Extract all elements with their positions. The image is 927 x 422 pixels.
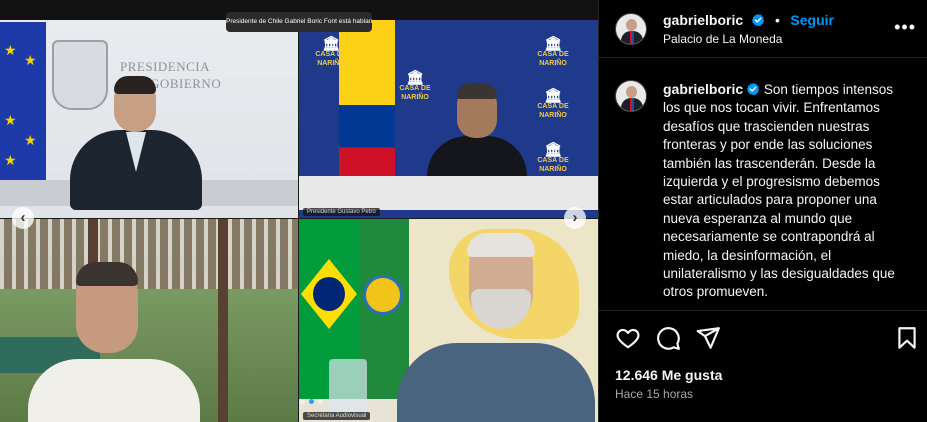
- caption-text: gabrielboric Son tiempos intensos los qu…: [663, 80, 913, 302]
- carousel-dot-active: [309, 399, 314, 404]
- post-header: gabrielboric • Seguir Palacio de La Mone…: [599, 0, 927, 58]
- carousel-dot: [300, 399, 305, 404]
- casa-de-narino-logo: 🏛 CASA DE NARIÑO: [399, 69, 431, 101]
- verified-badge-icon: [746, 82, 760, 96]
- participant-hair: [457, 83, 497, 99]
- paper-plane-icon: [696, 327, 720, 349]
- post-media[interactable]: ★ ★ ★ ★ ★ PRESIDENCIA DEL GOBIERNO 🏛 CASA…: [0, 0, 598, 422]
- flag-globe: [313, 277, 345, 311]
- post-actions: 12.646 Me gusta Hace 15 horas: [599, 310, 927, 422]
- bookmark-icon: [898, 327, 916, 349]
- likes-count[interactable]: 12.646 Me gusta: [615, 367, 722, 383]
- participant-nameplate: Secretaria Audiovisual: [303, 412, 371, 420]
- avatar[interactable]: [615, 13, 647, 45]
- caption-body: Son tiempos intensos los que nos tocan v…: [663, 82, 895, 300]
- caption-username-link[interactable]: gabrielboric: [663, 81, 743, 97]
- share-button[interactable]: [695, 325, 721, 351]
- participant-nameplate: Presidente Gustavo Petro: [303, 208, 380, 216]
- carousel-next-button[interactable]: ›: [564, 207, 586, 229]
- video-tile-outdoor: [0, 219, 298, 422]
- water-glass: [329, 359, 367, 415]
- participant-hair: [76, 262, 138, 286]
- post-details-panel: gabrielboric • Seguir Palacio de La Mone…: [598, 0, 927, 422]
- video-tile-colombia: 🏛 CASA DE NARIÑO 🏛 CASA DE NARIÑO 🏛 CASA DE…: [299, 20, 598, 218]
- separator-dot: •: [775, 12, 780, 28]
- like-button[interactable]: [615, 325, 641, 351]
- avatar[interactable]: [615, 80, 647, 112]
- username-link[interactable]: gabrielboric: [663, 12, 743, 28]
- header-user-row: gabrielboric • Seguir: [663, 12, 834, 30]
- star-icon: ★: [24, 132, 37, 148]
- video-tile-brazil: Secretaria Audiovisual: [299, 219, 598, 422]
- star-icon: ★: [24, 52, 37, 68]
- desk: [299, 176, 598, 210]
- heart-icon: [616, 328, 640, 349]
- carousel-dot: [318, 399, 323, 404]
- comment-button[interactable]: [655, 325, 681, 351]
- flag-seal: [363, 275, 403, 315]
- save-button[interactable]: [894, 325, 920, 351]
- pergola-pillar: [218, 219, 228, 422]
- pergola: [0, 219, 298, 289]
- eu-flag: ★ ★ ★ ★ ★: [0, 22, 46, 200]
- participant-body: [397, 343, 595, 422]
- coat-of-arms-logo: [52, 40, 108, 110]
- casa-de-narino-logo: 🏛 CASA DE NARIÑO: [537, 87, 569, 119]
- verified-badge-icon: [751, 13, 764, 27]
- participant-body: [28, 359, 200, 422]
- participant-hair: [467, 233, 535, 257]
- star-icon: ★: [4, 42, 17, 58]
- carousel-prev-button[interactable]: ‹: [12, 207, 34, 229]
- casa-de-narino-logo: 🏛 CASA DE NARIÑO: [537, 141, 569, 173]
- video-tile-spain: ★ ★ ★ ★ ★ PRESIDENCIA DEL GOBIERNO: [0, 20, 298, 218]
- active-speaker-banner: Presidente de Chile Gabriel Boric Font e…: [226, 12, 372, 32]
- carousel-dots: [300, 399, 323, 404]
- more-options-icon[interactable]: •••: [894, 18, 916, 36]
- star-icon: ★: [4, 152, 17, 168]
- casa-de-narino-logo: 🏛 CASA DE NARIÑO: [537, 35, 569, 67]
- follow-button[interactable]: Seguir: [790, 12, 834, 28]
- star-icon: ★: [4, 112, 17, 128]
- casa-de-narino-logo: 🏛 CASA DE NARIÑO: [315, 35, 347, 67]
- location-link[interactable]: Palacio de La Moneda: [663, 32, 782, 46]
- participant-hair: [114, 76, 156, 94]
- post-timestamp[interactable]: Hace 15 horas: [615, 387, 693, 401]
- comment-icon: [657, 327, 680, 350]
